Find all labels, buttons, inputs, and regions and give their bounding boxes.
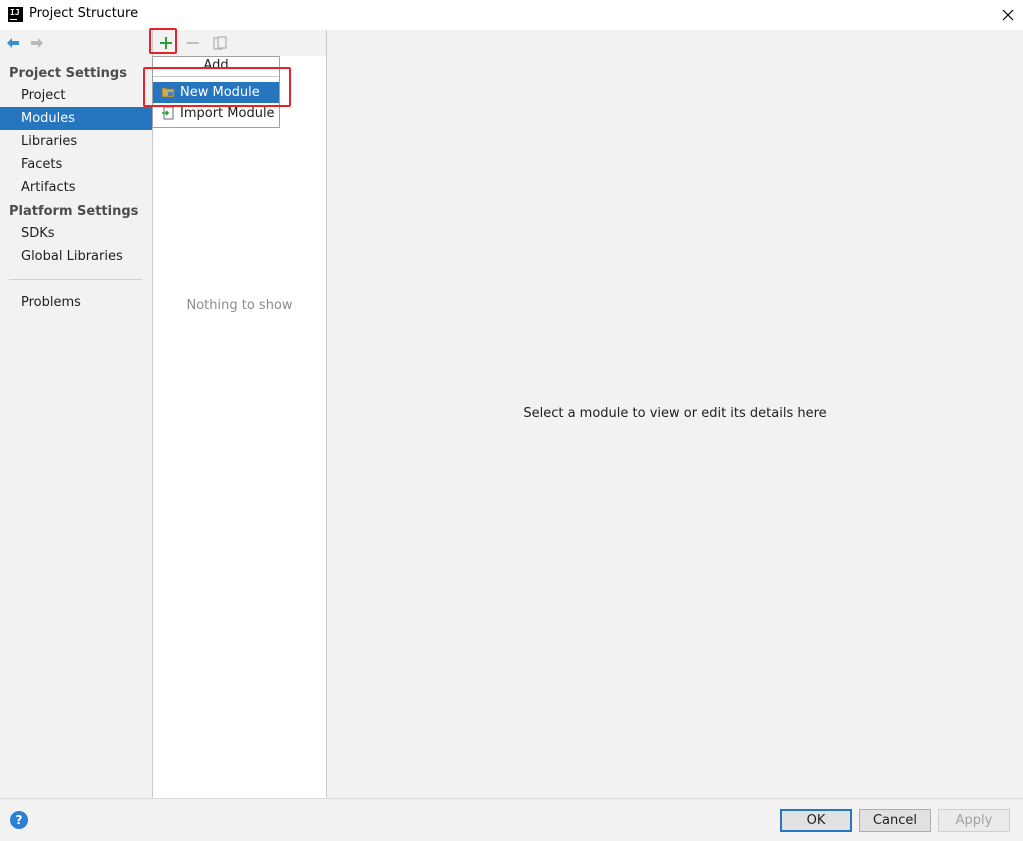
menu-item-label: Import Module bbox=[180, 106, 275, 121]
sidebar-item-global-libraries[interactable]: Global Libraries bbox=[0, 245, 152, 268]
popup-title: Add bbox=[153, 57, 279, 77]
menu-item-new-module[interactable]: New Module bbox=[153, 82, 279, 103]
forward-button[interactable] bbox=[28, 35, 46, 51]
section-project-settings: Project Settings bbox=[9, 66, 127, 81]
remove-button[interactable] bbox=[182, 32, 204, 54]
add-button[interactable] bbox=[155, 32, 177, 54]
modules-toolbar bbox=[153, 30, 326, 56]
forward-arrow-icon bbox=[31, 38, 43, 48]
window-title: Project Structure bbox=[29, 6, 139, 21]
sidebar-divider bbox=[9, 279, 142, 280]
close-button[interactable] bbox=[993, 0, 1023, 30]
close-icon bbox=[1002, 9, 1014, 21]
sidebar-item-project[interactable]: Project bbox=[0, 84, 152, 107]
back-button[interactable] bbox=[4, 35, 22, 51]
section-platform-settings: Platform Settings bbox=[9, 204, 139, 219]
dialog-button-bar: ? OK Cancel Apply bbox=[0, 798, 1023, 841]
sidebar-item-modules[interactable]: Modules bbox=[0, 107, 152, 130]
details-placeholder-text: Select a module to view or edit its deta… bbox=[523, 406, 827, 421]
settings-sidebar: Project Settings Project Modules Librari… bbox=[0, 30, 152, 798]
module-details-panel: Select a module to view or edit its deta… bbox=[327, 30, 1023, 798]
sidebar-item-libraries[interactable]: Libraries bbox=[0, 130, 152, 153]
minus-icon bbox=[187, 42, 199, 44]
title-bar: IJ Project Structure bbox=[0, 0, 1023, 30]
sidebar-item-facets[interactable]: Facets bbox=[0, 153, 152, 176]
folder-module-icon bbox=[161, 87, 175, 98]
copy-button[interactable] bbox=[209, 32, 231, 54]
import-module-icon bbox=[162, 106, 174, 120]
back-arrow-icon bbox=[7, 38, 19, 48]
apply-button[interactable]: Apply bbox=[938, 809, 1010, 832]
sidebar-item-problems[interactable]: Problems bbox=[0, 291, 152, 314]
menu-item-label: New Module bbox=[180, 85, 260, 100]
add-popup-menu: Add New Module Import Module bbox=[152, 56, 280, 128]
empty-state-text: Nothing to show bbox=[186, 298, 293, 313]
cancel-button[interactable]: Cancel bbox=[859, 809, 931, 832]
menu-item-import-module[interactable]: Import Module bbox=[153, 103, 279, 124]
sidebar-item-sdks[interactable]: SDKs bbox=[0, 222, 152, 245]
plus-icon bbox=[160, 37, 172, 49]
copy-icon bbox=[213, 35, 227, 50]
help-icon[interactable]: ? bbox=[10, 811, 28, 829]
intellij-logo-icon: IJ bbox=[8, 7, 23, 22]
modules-list-panel: Nothing to show bbox=[152, 30, 327, 798]
navigation-arrows bbox=[4, 35, 46, 51]
ok-button[interactable]: OK bbox=[780, 809, 852, 832]
sidebar-item-artifacts[interactable]: Artifacts bbox=[0, 176, 152, 199]
